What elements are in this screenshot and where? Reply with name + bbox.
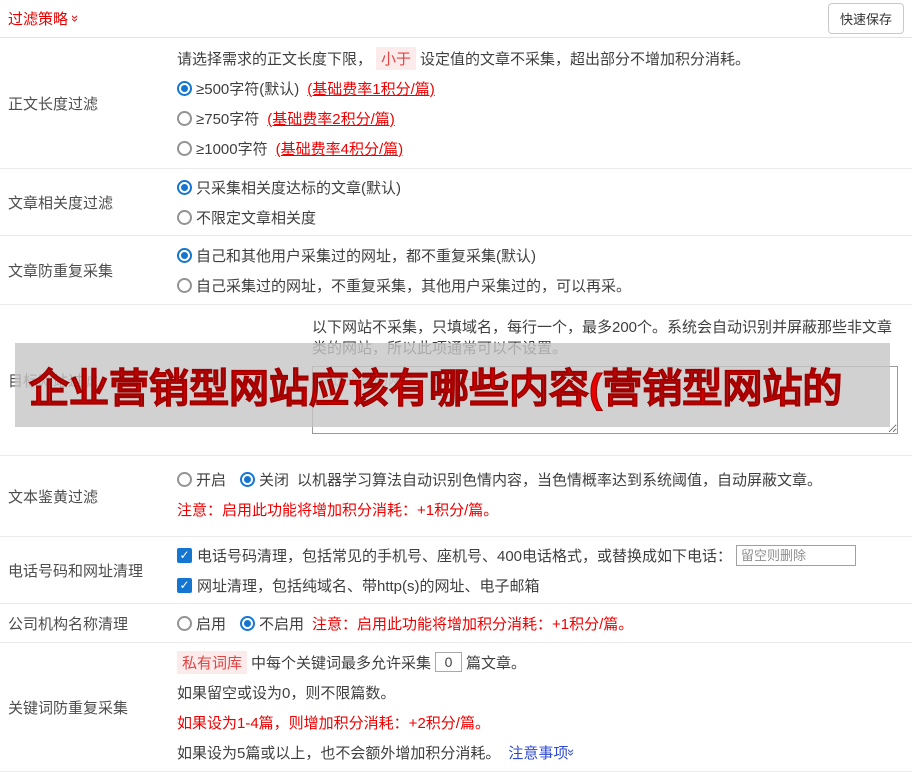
row-company-name-cleanup: 公司机构名称清理 启用 不启用 注意：启用此功能将增加积分消耗：+1积分/篇。 (0, 604, 912, 643)
cost-note: (基础费率1积分/篇) (307, 80, 435, 98)
row-label: 公司机构名称清理 (8, 615, 129, 633)
phone-cleanup-label: 电话号码清理，包括常见的手机号、座机号、400电话格式，或替换成如下电话： (197, 547, 733, 565)
radio-unselected-icon[interactable] (177, 209, 192, 225)
row-label: 目标网站过滤 (8, 372, 99, 390)
radio-selected-icon[interactable] (177, 179, 192, 195)
page-header: 过滤策略 » 快速保存 (0, 0, 912, 38)
row-label: 正文长度过滤 (8, 95, 99, 113)
target-site-description: 以下网站不采集，只填域名，每行一个，最多200个。系统会自动识别并屏蔽那些非文章… (312, 319, 893, 357)
keyword-dedup-cost-note: 如果设为1-4篇，则增加积分消耗：+2积分/篇。 (177, 714, 490, 732)
checkbox-checked-icon[interactable]: ✓ (177, 547, 192, 563)
keyword-dedup-note-unlimited: 如果留空或设为0，则不限篇数。 (177, 684, 396, 702)
option-500-chars[interactable]: ≥500字符(默认) (基础费率1积分/篇) (177, 73, 912, 103)
checkbox-checked-icon[interactable]: ✓ (177, 577, 192, 593)
url-cleanup-label: 网址清理，包括纯域名、带http(s)的网址、电子邮箱 (197, 577, 540, 595)
row-keyword-dedup: 关键词防重复采集 私有词库 中每个关键词最多允许采集 篇文章。 如果留空或设为0… (0, 643, 912, 772)
row-article-relevance-filter: 文章相关度过滤 只采集相关度达标的文章(默认) 不限定文章相关度 (0, 169, 912, 236)
page-title-text: 过滤策略 (8, 11, 69, 28)
cost-note: (基础费率4积分/篇) (275, 140, 404, 158)
radio-selected-icon[interactable] (177, 247, 192, 263)
body-length-description: 请选择需求的正文长度下限， 小于 设定值的文章不采集，超出部分不增加积分消耗。 (177, 43, 912, 73)
less-than-badge: 小于 (376, 46, 417, 70)
option-dedup-self-only[interactable]: 自己采集过的网址，不重复采集，其他用户采集过的，可以再采。 (177, 270, 912, 300)
option-porn-on-label[interactable]: 开启 (196, 469, 226, 490)
row-label: 关键词防重复采集 (8, 699, 129, 717)
row-article-dedup: 文章防重复采集 自己和其他用户采集过的网址，都不重复采集(默认) 自己采集过的网… (0, 236, 912, 305)
row-target-site-filter: 目标网站过滤 以下网站不采集，只填域名，每行一个，最多200个。系统会自动识别并… (0, 305, 912, 456)
notice-link[interactable]: 注意事项 (508, 742, 568, 763)
replacement-phone-input[interactable] (736, 544, 857, 566)
cost-note: (基础费率2积分/篇) (267, 110, 395, 128)
radio-unselected-icon[interactable] (177, 277, 192, 293)
option-dedup-all-users[interactable]: 自己和其他用户采集过的网址，都不重复采集(默认) (177, 240, 912, 270)
company-cleanup-cost-note: 注意：启用此功能将增加积分消耗：+1积分/篇。 (312, 615, 634, 633)
option-porn-off-label[interactable]: 关闭 (259, 469, 289, 490)
row-label: 电话号码和网址清理 (8, 562, 144, 580)
option-1000-chars[interactable]: ≥1000字符 (基础费率4积分/篇) (177, 133, 912, 163)
blocked-sites-textarea[interactable] (312, 366, 898, 434)
row-body-length-filter: 正文长度过滤 请选择需求的正文长度下限， 小于 设定值的文章不采集，超出部分不增… (0, 38, 912, 169)
private-thesaurus-badge: 私有词库 (177, 650, 248, 674)
radio-selected-icon[interactable] (177, 80, 192, 96)
radio-selected-icon[interactable] (240, 471, 256, 487)
radio-selected-icon[interactable] (240, 615, 256, 631)
option-disable-label[interactable]: 不启用 (259, 613, 304, 634)
radio-unselected-icon[interactable] (177, 110, 192, 126)
option-relevance-only[interactable]: 只采集相关度达标的文章(默认) (177, 172, 912, 202)
row-phone-url-cleanup: 电话号码和网址清理 ✓ 电话号码清理，包括常见的手机号、座机号、400电话格式，… (0, 537, 912, 604)
radio-unselected-icon[interactable] (177, 471, 192, 487)
max-articles-count-input[interactable] (435, 652, 463, 672)
row-porn-detection-filter: 文本鉴黄过滤 开启 关闭 以机器学习算法自动识别色情内容，当色情概率达到系统阈值… (0, 456, 912, 537)
option-750-chars[interactable]: ≥750字符 (基础费率2积分/篇) (177, 103, 912, 133)
row-label: 文章相关度过滤 (8, 194, 114, 212)
row-label: 文章防重复采集 (8, 262, 114, 280)
porn-filter-cost-note: 注意：启用此功能将增加积分消耗：+1积分/篇。 (177, 501, 499, 519)
option-enable-label[interactable]: 启用 (196, 613, 226, 634)
radio-unselected-icon[interactable] (177, 615, 192, 631)
row-label: 文本鉴黄过滤 (8, 488, 99, 506)
quick-save-button[interactable]: 快速保存 (827, 3, 904, 34)
radio-unselected-icon[interactable] (177, 140, 192, 156)
keyword-dedup-note-five-plus: 如果设为5篇或以上，也不会额外增加积分消耗。 (177, 744, 501, 762)
porn-filter-description: 以机器学习算法自动识别色情内容，当色情概率达到系统阈值，自动屏蔽文章。 (297, 471, 823, 489)
chevron-down-icon: » (564, 748, 580, 756)
chevron-down-icon: » (68, 14, 84, 23)
option-relevance-any[interactable]: 不限定文章相关度 (177, 202, 912, 232)
filter-strategy-title[interactable]: 过滤策略 » (8, 8, 84, 29)
